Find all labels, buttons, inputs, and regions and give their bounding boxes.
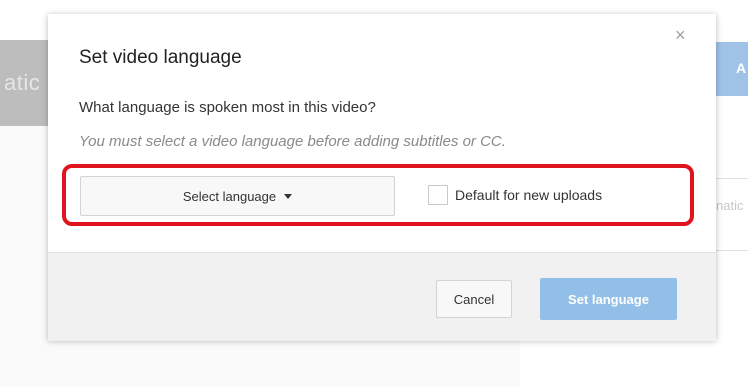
select-language-dropdown[interactable]: Select language bbox=[80, 176, 395, 216]
caret-down-icon bbox=[284, 193, 293, 199]
dialog-body: Set video language × What language is sp… bbox=[48, 14, 716, 252]
default-for-new-uploads-option[interactable]: Default for new uploads bbox=[428, 185, 602, 205]
cancel-button[interactable]: Cancel bbox=[436, 280, 512, 318]
language-hint: You must select a video language before … bbox=[79, 133, 506, 150]
dialog-title: Set video language bbox=[79, 47, 242, 68]
close-icon[interactable]: × bbox=[675, 26, 686, 44]
set-language-button[interactable]: Set language bbox=[540, 278, 677, 320]
background-field-text: natic bbox=[716, 198, 744, 213]
language-question: What language is spoken most in this vid… bbox=[79, 99, 376, 116]
background-banner-text: atic bbox=[4, 70, 41, 95]
dialog-footer: Cancel Set language bbox=[48, 252, 716, 341]
set-video-language-dialog: Set video language × What language is sp… bbox=[48, 14, 716, 341]
default-for-new-uploads-checkbox[interactable] bbox=[428, 185, 448, 205]
background-action-button-label: A bbox=[736, 60, 747, 76]
default-for-new-uploads-label[interactable]: Default for new uploads bbox=[455, 187, 602, 203]
select-language-label: Select language bbox=[182, 188, 277, 204]
